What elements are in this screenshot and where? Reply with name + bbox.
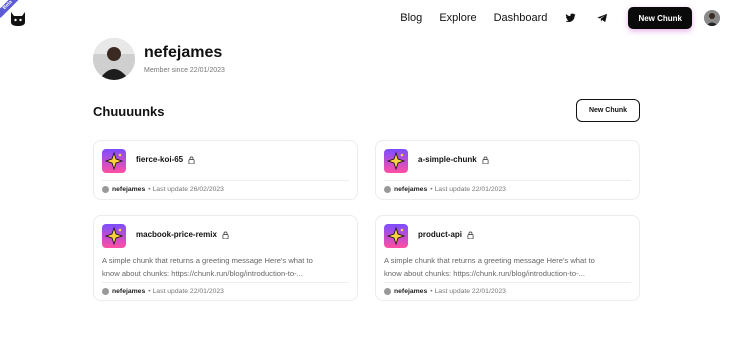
profile-header: nefejames Member since 22/01/2023	[93, 38, 225, 80]
chunk-title-text[interactable]: fierce-koi-65	[136, 155, 183, 164]
chunk-sparkle-icon	[384, 224, 408, 248]
chunk-meta: nefejames • Last update 22/01/2023	[102, 288, 224, 295]
chunk-description-line: A simple chunk that returns a greeting m…	[384, 256, 595, 265]
chunk-sparkle-icon	[102, 149, 126, 173]
chunk-card[interactable]: a-simple-chunk nefejames • Last update 2…	[375, 140, 640, 200]
section-title: Chuuuunks	[93, 104, 165, 119]
chunk-card[interactable]: fierce-koi-65 nefejames • Last update 26…	[93, 140, 358, 200]
chunk-card[interactable]: macbook-price-remix A simple chunk that …	[93, 215, 358, 301]
chunk-title[interactable]: macbook-price-remix	[136, 230, 229, 239]
lock-icon	[222, 231, 229, 239]
nav-dashboard-link[interactable]: Dashboard	[494, 12, 548, 24]
nav-blog-link[interactable]: Blog	[400, 12, 422, 24]
author-avatar	[384, 288, 391, 295]
chunk-title-text[interactable]: product-api	[418, 230, 462, 239]
cat-logo-icon[interactable]	[8, 8, 28, 28]
lock-icon	[482, 156, 489, 164]
chunk-description: A simple chunk that returns a greeting m…	[384, 254, 623, 280]
chunk-meta: nefejames • Last update 26/02/2023	[102, 186, 224, 193]
chunk-author[interactable]: nefejames	[394, 186, 427, 193]
nav-explore-link[interactable]: Explore	[439, 12, 476, 24]
telegram-icon[interactable]	[596, 12, 608, 24]
chunk-description-line: know about chunks: https://chunk.run/blo…	[384, 269, 585, 278]
chunk-updated: • Last update 22/01/2023	[430, 186, 506, 193]
lock-icon	[188, 156, 195, 164]
top-nav: Blog Explore Dashboard New Chunk	[400, 7, 720, 29]
chunk-author[interactable]: nefejames	[112, 186, 145, 193]
author-avatar	[384, 186, 391, 193]
chunk-author[interactable]: nefejames	[112, 288, 145, 295]
chunk-author[interactable]: nefejames	[394, 288, 427, 295]
profile-username: nefejames	[144, 44, 223, 61]
author-avatar	[102, 186, 109, 193]
chunk-title[interactable]: a-simple-chunk	[418, 155, 489, 164]
author-avatar	[102, 288, 109, 295]
card-divider	[384, 180, 631, 181]
chunk-updated: • Last update 26/02/2023	[148, 186, 224, 193]
chunk-updated: • Last update 22/01/2023	[148, 288, 224, 295]
chunk-sparkle-icon	[102, 224, 126, 248]
chunk-description-line: A simple chunk that returns a greeting m…	[102, 256, 313, 265]
chunk-title[interactable]: product-api	[418, 230, 474, 239]
chunk-title-text[interactable]: a-simple-chunk	[418, 155, 477, 164]
profile-photo	[93, 38, 135, 80]
chunk-description-line: know about chunks: https://chunk.run/blo…	[102, 269, 303, 278]
card-divider	[384, 282, 631, 283]
chunk-meta: nefejames • Last update 22/01/2023	[384, 288, 506, 295]
new-chunk-nav-button[interactable]: New Chunk	[628, 7, 692, 29]
card-divider	[102, 282, 349, 283]
chunk-card[interactable]: product-api A simple chunk that returns …	[375, 215, 640, 301]
card-divider	[102, 180, 349, 181]
chunk-description: A simple chunk that returns a greeting m…	[102, 254, 341, 280]
chunk-updated: • Last update 22/01/2023	[430, 288, 506, 295]
member-since: Member since 22/01/2023	[144, 67, 225, 74]
new-chunk-button[interactable]: New Chunk	[576, 99, 640, 122]
twitter-icon[interactable]	[564, 12, 576, 24]
lock-icon	[467, 231, 474, 239]
chunk-sparkle-icon	[384, 149, 408, 173]
chunk-title-text[interactable]: macbook-price-remix	[136, 230, 217, 239]
user-avatar[interactable]	[704, 10, 720, 26]
chunk-title[interactable]: fierce-koi-65	[136, 155, 195, 164]
chunk-meta: nefejames • Last update 22/01/2023	[384, 186, 506, 193]
